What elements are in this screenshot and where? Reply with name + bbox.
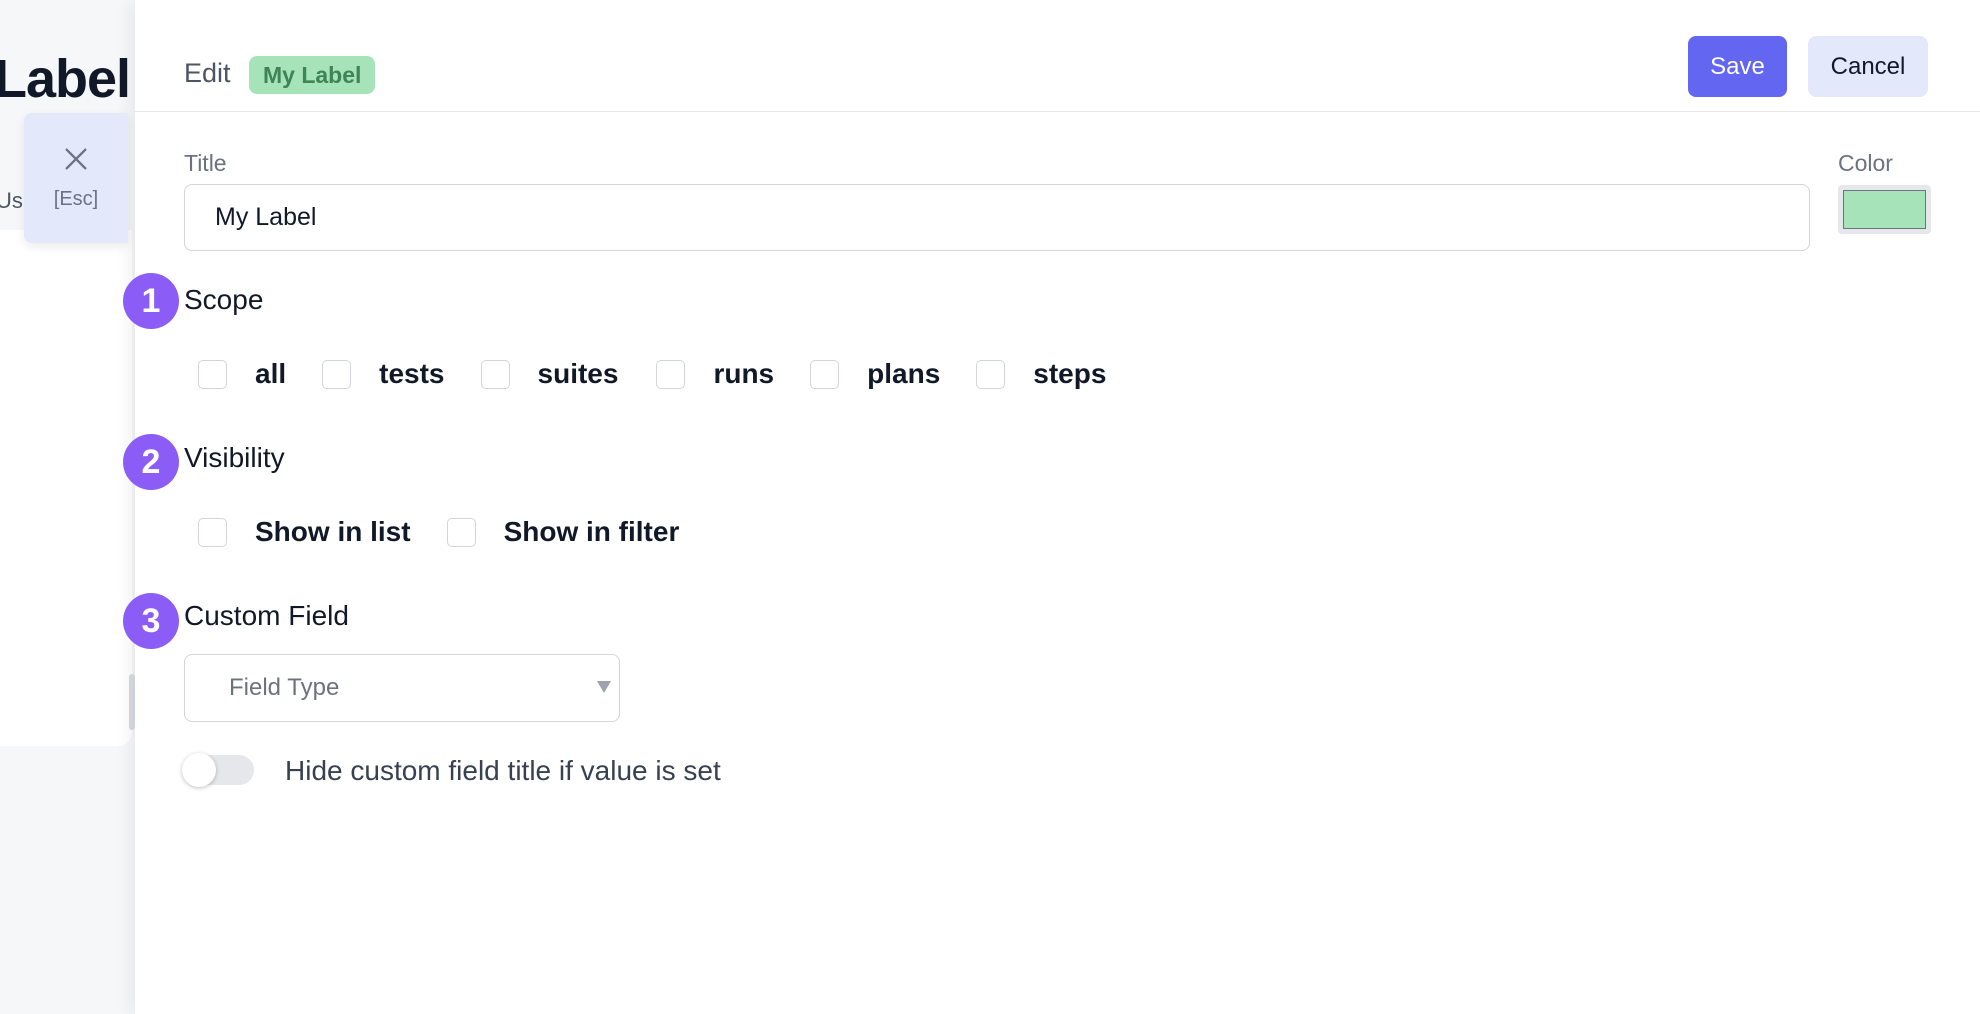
edit-label-drawer: Edit My Label Save Cancel Title Color 1 … xyxy=(123,0,1980,1014)
toggle-knob xyxy=(182,753,216,787)
scope-option-label: suites xyxy=(537,358,619,389)
step-badge-3: 3 xyxy=(123,593,179,649)
visibility-options: Show in list Show in filter xyxy=(198,516,715,548)
chevron-down-icon xyxy=(597,681,611,693)
checkbox[interactable] xyxy=(446,517,476,547)
visibility-show-in-filter[interactable]: Show in filter xyxy=(446,516,680,548)
scope-option-label: steps xyxy=(1033,358,1107,389)
scope-option-label: tests xyxy=(379,358,445,389)
scope-option-plans[interactable]: plans xyxy=(810,358,940,390)
color-swatch-fill xyxy=(1843,190,1926,229)
save-button[interactable]: Save xyxy=(1688,36,1787,97)
color-picker[interactable] xyxy=(1838,185,1931,234)
scope-option-runs[interactable]: runs xyxy=(656,358,774,390)
close-icon xyxy=(62,145,90,178)
field-type-placeholder: Field Type xyxy=(229,674,340,701)
edit-heading: Edit xyxy=(184,58,231,88)
scope-option-all[interactable]: all xyxy=(198,358,286,390)
close-drawer-button[interactable]: [Esc] xyxy=(24,113,128,243)
checkbox[interactable] xyxy=(656,359,686,389)
step-badge-1: 1 xyxy=(123,273,179,329)
field-type-select[interactable]: Field Type xyxy=(184,654,620,722)
step-badge-2: 2 xyxy=(123,434,179,490)
background-sub-text: Us xyxy=(0,188,23,213)
cancel-button[interactable]: Cancel xyxy=(1808,36,1928,97)
drawer-header: Edit My Label Save Cancel xyxy=(135,0,1980,112)
visibility-option-label: Show in filter xyxy=(503,516,680,547)
hide-title-toggle[interactable] xyxy=(182,753,254,787)
checkbox[interactable] xyxy=(198,517,227,547)
checkbox[interactable] xyxy=(480,359,510,389)
scope-option-label: all xyxy=(255,358,287,389)
scope-option-steps[interactable]: steps xyxy=(976,358,1106,390)
label-badge: My Label xyxy=(249,56,376,94)
checkbox[interactable] xyxy=(198,359,227,389)
background-card xyxy=(0,230,132,746)
checkbox[interactable] xyxy=(322,359,352,389)
checkbox[interactable] xyxy=(976,359,1006,389)
color-field-label: Color xyxy=(1838,150,1893,176)
checkbox[interactable] xyxy=(810,359,840,389)
visibility-option-label: Show in list xyxy=(255,516,411,547)
visibility-section-title: Visibility xyxy=(184,442,285,473)
title-field-label: Title xyxy=(184,150,227,176)
scope-option-label: runs xyxy=(713,358,775,389)
scope-section-title: Scope xyxy=(184,284,264,315)
scope-options: all tests suites runs plans steps xyxy=(198,358,1142,390)
scope-option-tests[interactable]: tests xyxy=(322,358,445,390)
title-input[interactable] xyxy=(184,184,1810,251)
custom-field-section-title: Custom Field xyxy=(184,600,349,631)
hide-title-toggle-label: Hide custom field title if value is set xyxy=(285,755,721,786)
scope-option-label: plans xyxy=(867,358,941,389)
visibility-show-in-list[interactable]: Show in list xyxy=(198,516,411,548)
esc-shortcut-label: [Esc] xyxy=(53,188,99,210)
scope-option-suites[interactable]: suites xyxy=(480,358,619,390)
background-page-title: Label xyxy=(0,49,131,109)
